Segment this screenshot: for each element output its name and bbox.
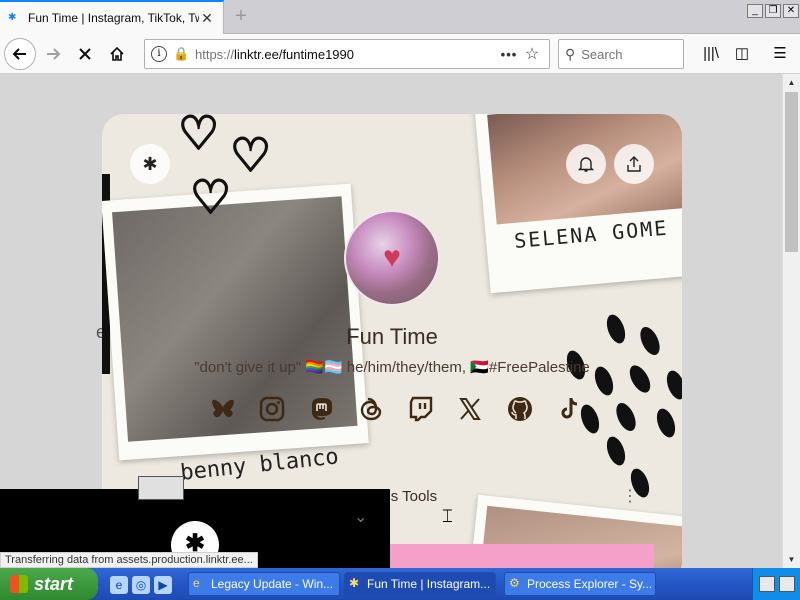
library-icon[interactable]: |||\ bbox=[699, 42, 723, 66]
linktree-favicon-icon: ✱ bbox=[8, 12, 17, 23]
home-icon bbox=[110, 46, 124, 61]
profile-avatar: ♥ bbox=[344, 210, 440, 306]
tab-active[interactable]: ✱ Fun Time | Instagram, TikTok, Twi ✕ bbox=[0, 0, 224, 34]
page-actions-button[interactable]: ••• bbox=[497, 47, 521, 62]
photo-caption-left: benny blanco bbox=[179, 444, 340, 486]
bell-icon bbox=[577, 157, 595, 172]
process-explorer-icon: ⚙ bbox=[509, 576, 520, 590]
twitch-icon[interactable] bbox=[404, 392, 438, 426]
system-tray bbox=[752, 568, 800, 600]
taskbar-label: Legacy Update - Win... bbox=[211, 577, 334, 591]
status-bar: Transferring data from assets.production… bbox=[0, 552, 258, 568]
lock-icon: 🔒 bbox=[173, 46, 190, 61]
taskbar-label: Fun Time | Instagram... bbox=[367, 577, 491, 591]
linktree-logo-button[interactable]: ✱ bbox=[130, 144, 170, 184]
linktree-logo-icon: ✱ bbox=[142, 153, 158, 174]
windows-taskbar: start e ◎ ▶ e Legacy Update - Win... ✱ F… bbox=[0, 568, 800, 600]
site-info-icon[interactable]: i bbox=[151, 46, 167, 62]
search-input[interactable]: ⚲ Search bbox=[558, 39, 684, 69]
heart-doodle-icon: ♡ bbox=[189, 169, 232, 225]
profile-name: Fun Time bbox=[346, 324, 438, 349]
vertical-scrollbar[interactable]: ▲ ▼ bbox=[782, 74, 800, 568]
taskbar-label: Process Explorer - Sy... bbox=[527, 577, 653, 591]
x-twitter-icon[interactable] bbox=[453, 392, 487, 426]
back-arrow-icon bbox=[12, 48, 26, 60]
ie-icon: e bbox=[193, 576, 200, 590]
scroll-down-icon[interactable]: ▼ bbox=[783, 551, 800, 568]
bookmark-star-icon[interactable]: ☆ bbox=[521, 44, 543, 64]
sidebar-icon[interactable]: ◫ bbox=[730, 42, 754, 66]
url-domain: linktr.ee/funtime1990 bbox=[234, 46, 354, 62]
image-thumbnail bbox=[138, 476, 184, 500]
window-controls: _ ❐ ✕ bbox=[746, 0, 800, 22]
chevron-down-icon[interactable]: ⌄ bbox=[354, 507, 367, 527]
taskbar-item-fun-time[interactable]: ✱ Fun Time | Instagram... bbox=[344, 572, 496, 596]
photo-caption-right: SELENA GOME bbox=[513, 215, 670, 253]
github-icon[interactable] bbox=[503, 392, 537, 426]
url-text[interactable]: https://linktr.ee/funtime1990 bbox=[195, 47, 497, 62]
tab-title: Fun Time | Instagram, TikTok, Twi bbox=[28, 11, 199, 25]
home-button[interactable] bbox=[102, 39, 132, 69]
start-label: start bbox=[34, 573, 74, 594]
forward-button[interactable] bbox=[38, 39, 68, 69]
ink-blob bbox=[653, 406, 679, 440]
more-options-icon[interactable]: ⋮ bbox=[622, 486, 638, 506]
link-button-pink[interactable] bbox=[390, 544, 654, 568]
menu-icon[interactable]: ☰ bbox=[768, 42, 792, 66]
taskbar-item-legacy-update[interactable]: e Legacy Update - Win... bbox=[188, 572, 340, 596]
ink-blob bbox=[612, 400, 640, 434]
instagram-icon[interactable] bbox=[255, 392, 289, 426]
search-placeholder: Search bbox=[581, 46, 623, 62]
firefox-icon: ✱ bbox=[349, 576, 360, 590]
tray-monitor-icon[interactable] bbox=[759, 576, 775, 592]
subscribe-button[interactable] bbox=[566, 144, 606, 184]
url-bar[interactable]: i 🔒 https://linktr.ee/funtime1990 ••• ☆ bbox=[144, 39, 550, 69]
minimize-button[interactable]: _ bbox=[747, 4, 763, 18]
social-icons bbox=[206, 392, 586, 428]
share-button[interactable] bbox=[614, 144, 654, 184]
close-window-button[interactable]: ✕ bbox=[783, 4, 799, 18]
polaroid-right: SELENA GOME bbox=[474, 114, 682, 294]
bluesky-icon[interactable] bbox=[206, 392, 240, 426]
profile-bio: "don't give it up" 🏳️‍🌈🏳️‍⚧️ he/him/they… bbox=[194, 359, 590, 376]
forward-arrow-icon bbox=[47, 48, 61, 60]
taskbar-item-process-explorer[interactable]: ⚙ Process Explorer - Sy... bbox=[504, 572, 656, 596]
ie-quicklaunch-icon[interactable]: e bbox=[110, 576, 128, 594]
windows-logo-icon bbox=[10, 575, 28, 593]
nav-toolbar: i 🔒 https://linktr.ee/funtime1990 ••• ☆ … bbox=[0, 34, 800, 74]
scroll-up-icon[interactable]: ▲ bbox=[783, 74, 800, 91]
restore-button[interactable]: ❐ bbox=[765, 4, 781, 18]
new-tab-button[interactable]: + bbox=[230, 4, 252, 28]
scroll-thumb[interactable] bbox=[785, 92, 798, 252]
media-quicklaunch-icon[interactable]: ▶ bbox=[154, 576, 172, 594]
search-icon: ⚲ bbox=[565, 45, 576, 62]
stop-x-icon bbox=[79, 48, 91, 60]
stop-button[interactable] bbox=[70, 39, 100, 69]
heart-doodle-icon: ♡ bbox=[177, 114, 220, 161]
heart-doodle-icon: ♡ bbox=[229, 127, 272, 183]
tray-speaker-icon[interactable] bbox=[779, 576, 795, 592]
share-icon bbox=[627, 156, 641, 172]
mastodon-icon[interactable] bbox=[305, 392, 339, 426]
ink-blob bbox=[603, 434, 629, 468]
threads-icon[interactable] bbox=[354, 392, 388, 426]
start-button[interactable]: start bbox=[0, 568, 98, 600]
mouse-cursor-icon: ⌶ bbox=[442, 506, 453, 526]
explorer-quicklaunch-icon[interactable]: ◎ bbox=[132, 576, 150, 594]
tiktok-icon[interactable] bbox=[552, 392, 586, 426]
tab-close-icon[interactable]: ✕ bbox=[199, 10, 215, 26]
page-content: e benny blanco SELENA GOME ♡ ♡ ♡ ✱ ♥ Fun… bbox=[0, 74, 782, 568]
tab-strip: ✱ Fun Time | Instagram, TikTok, Twi ✕ + … bbox=[0, 0, 800, 34]
back-button[interactable] bbox=[4, 38, 36, 70]
url-prefix: https:// bbox=[195, 46, 235, 62]
avatar-image: ♥ bbox=[383, 241, 401, 274]
